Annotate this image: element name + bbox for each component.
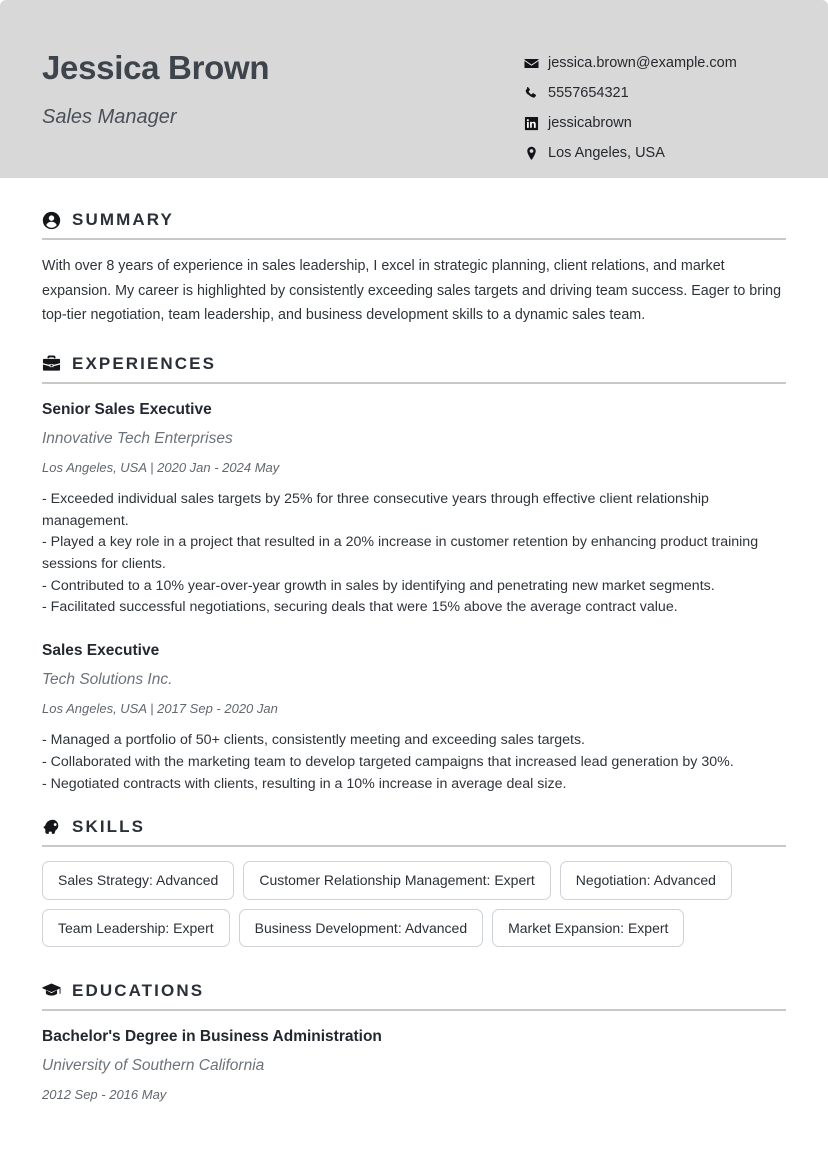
candidate-name: Jessica Brown [42, 49, 270, 86]
contact-list: jessica.brown@example.com 5557654321 jes… [524, 44, 786, 168]
resume-page: Jessica Brown Sales Manager jessica.brow… [0, 0, 828, 1169]
experience-entry: Senior Sales Executive Innovative Tech E… [42, 398, 786, 619]
location-icon [524, 146, 539, 161]
education-meta: 2012 Sep - 2016 May [42, 1086, 167, 1102]
experience-bullets: - Exceeded individual sales targets by 2… [42, 489, 786, 619]
resume-body: SUMMARY With over 8 years of experience … [0, 178, 828, 1104]
section-header-summary: SUMMARY [42, 210, 786, 238]
section-title-summary: SUMMARY [72, 210, 174, 229]
experience-bullet: - Managed a portfolio of 50+ clients, co… [42, 732, 585, 749]
experience-bullet: - Facilitated successful negotiations, s… [42, 599, 678, 616]
linkedin-icon [524, 116, 539, 131]
section-skills: SKILLS Sales Strategy: Advanced Customer… [42, 817, 786, 950]
summary-text: With over 8 years of experience in sales… [42, 258, 782, 324]
experience-bullet: - Contributed to a 10% year-over-year gr… [42, 577, 715, 594]
person-circle-icon [42, 211, 61, 230]
section-divider-skills [42, 845, 786, 848]
email-icon [524, 56, 539, 71]
section-divider-experiences [42, 381, 786, 384]
contact-item-linkedin[interactable]: jessicabrown [524, 108, 786, 138]
section-experiences: EXPERIENCES Senior Sales Executive Innov… [42, 354, 786, 796]
candidate-job-title: Sales Manager [42, 105, 177, 128]
skill-chip: Team Leadership: Expert [42, 908, 230, 947]
experience-meta: Los Angeles, USA | 2020 Jan - 2024 May [42, 459, 280, 475]
brain-head-icon [42, 818, 61, 837]
experience-bullet: - Exceeded individual sales targets by 2… [42, 490, 709, 529]
experience-bullet: - Negotiated contracts with clients, res… [42, 775, 567, 792]
experience-bullet: - Played a key role in a project that re… [42, 534, 759, 573]
section-header-skills: SKILLS [42, 817, 786, 845]
skill-chip: Customer Relationship Management: Expert [243, 861, 551, 900]
phone-icon [524, 86, 539, 101]
skill-chip: Negotiation: Advanced [559, 861, 732, 900]
section-divider-summary [42, 238, 786, 240]
experience-bullet: - Collaborated with the marketing team t… [42, 754, 734, 771]
contact-value-phone: 5557654321 [548, 85, 629, 101]
section-header-educations: EDUCATIONS [42, 981, 786, 1009]
section-title-educations: EDUCATIONS [72, 980, 205, 1000]
experience-role: Senior Sales Executive [42, 400, 212, 418]
experience-entry: Sales Executive Tech Solutions Inc. Los … [42, 639, 786, 795]
section-summary: SUMMARY With over 8 years of experience … [42, 210, 786, 328]
skill-chip: Sales Strategy: Advanced [42, 861, 235, 900]
contact-value-location: Los Angeles, USA [548, 145, 665, 161]
section-educations: EDUCATIONS Bachelor's Degree in Business… [42, 981, 786, 1104]
contact-value-linkedin: jessicabrown [548, 115, 632, 131]
experience-organization: Tech Solutions Inc. [42, 671, 173, 689]
education-degree: Bachelor's Degree in Business Administra… [42, 1027, 382, 1045]
section-divider-educations [42, 1008, 786, 1011]
contact-value-email: jessica.brown@example.com [548, 55, 737, 71]
briefcase-icon [42, 354, 61, 373]
experience-role: Sales Executive [42, 642, 160, 660]
education-institution: University of Southern California [42, 1056, 265, 1074]
experience-organization: Innovative Tech Enterprises [42, 429, 233, 447]
education-entry: Bachelor's Degree in Business Administra… [42, 1025, 786, 1104]
skill-chip-list: Sales Strategy: Advanced Customer Relati… [42, 861, 786, 950]
resume-header: Jessica Brown Sales Manager jessica.brow… [0, 0, 828, 178]
experience-meta: Los Angeles, USA | 2017 Sep - 2020 Jan [42, 701, 278, 717]
experience-bullets: - Managed a portfolio of 50+ clients, co… [42, 730, 786, 795]
skill-chip: Market Expansion: Expert [492, 908, 685, 947]
graduation-cap-icon [42, 981, 61, 1000]
identity-block: Jessica Brown Sales Manager [42, 44, 270, 129]
contact-item-phone[interactable]: 5557654321 [524, 78, 786, 108]
skill-chip: Business Development: Advanced [238, 908, 484, 947]
contact-item-email[interactable]: jessica.brown@example.com [524, 48, 786, 78]
section-title-skills: SKILLS [72, 817, 146, 837]
section-title-experiences: EXPERIENCES [72, 353, 217, 373]
section-header-experiences: EXPERIENCES [42, 354, 786, 382]
contact-item-location: Los Angeles, USA [524, 138, 786, 168]
